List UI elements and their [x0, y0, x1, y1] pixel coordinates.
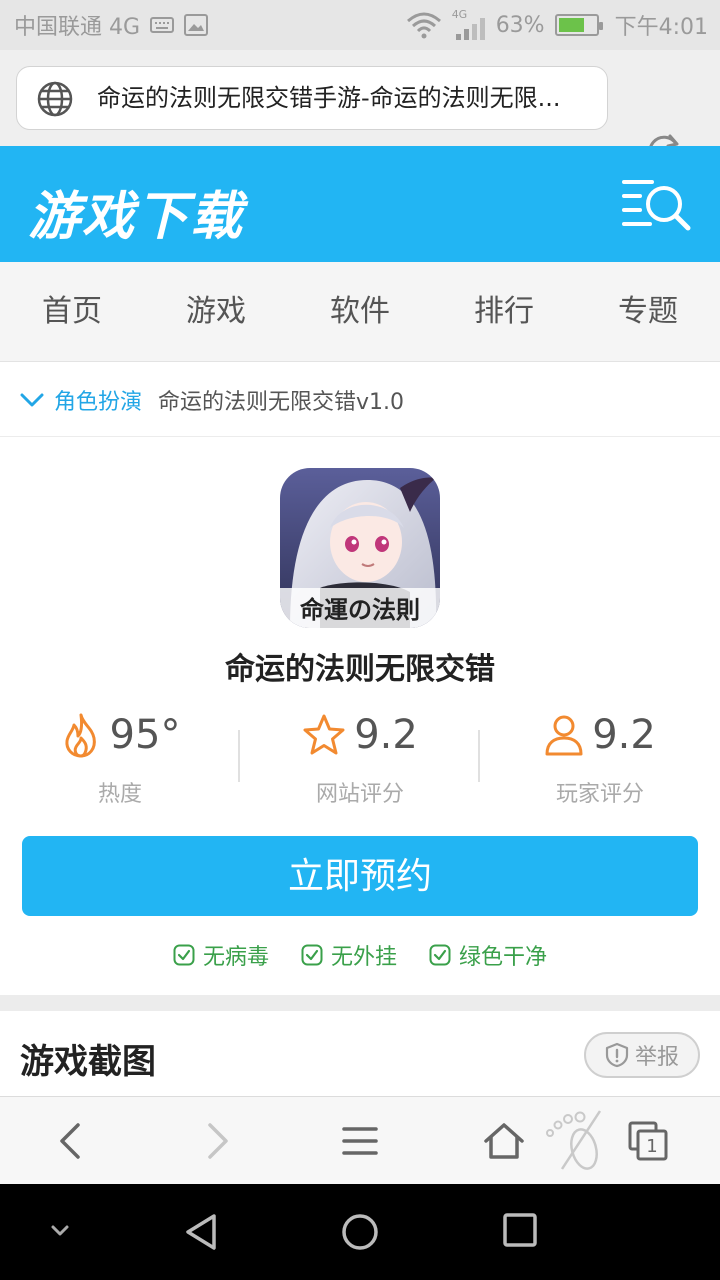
nav-home[interactable]: 首页 — [0, 262, 144, 361]
site-logo[interactable]: 游戏下载 — [28, 174, 244, 249]
forward-icon[interactable] — [192, 1117, 240, 1165]
stat-site-rating: 9.2 网站评分 — [240, 700, 480, 810]
app-title: 命运的法则无限交错 — [225, 652, 495, 687]
screenshots-title: 游戏截图 — [20, 1042, 156, 1082]
star-icon — [303, 714, 345, 755]
address-bar[interactable]: 命运的法则无限交错手游-命运的法则无限... — [16, 66, 608, 130]
image-icon — [184, 14, 209, 36]
site-header: 游戏下载 — [0, 146, 720, 262]
nav-recents-icon[interactable] — [500, 1210, 540, 1250]
user-icon — [545, 715, 583, 756]
wifi-icon — [406, 12, 441, 39]
report-button[interactable]: 举报 — [584, 1032, 700, 1078]
browser-toolbar: 1 — [0, 1096, 720, 1184]
battery-icon — [554, 14, 603, 36]
stat-player-rating: 9.2 玩家评分 — [480, 700, 720, 810]
breadcrumb: 角色扮演 命运的法则无限交错v1.0 — [0, 363, 720, 437]
badge-clean: 绿色干净 — [429, 939, 547, 971]
globe-icon — [37, 81, 73, 117]
breadcrumb-current: 命运的法则无限交错v1.0 — [158, 389, 405, 415]
nav-home-icon[interactable] — [338, 1210, 382, 1254]
main-nav: 首页 游戏 软件 排行 专题 — [0, 262, 720, 362]
badge-label: 无外挂 — [330, 945, 397, 970]
chevron-down-icon[interactable] — [20, 388, 44, 412]
check-icon — [173, 944, 195, 966]
menu-icon[interactable] — [336, 1117, 384, 1165]
carrier-label: 中国联通 4G — [14, 15, 141, 40]
tabs-icon[interactable]: 1 — [624, 1117, 672, 1165]
menu-search-icon[interactable] — [620, 174, 694, 234]
hide-keyboard-icon[interactable] — [48, 1218, 72, 1242]
flame-icon — [64, 713, 96, 758]
report-label: 举报 — [634, 1045, 679, 1070]
signal-icon: 4G — [452, 8, 486, 40]
badge-no-virus: 无病毒 — [173, 939, 269, 971]
battery-percent: 63% — [495, 12, 545, 38]
badge-no-plugin: 无外挂 — [301, 939, 397, 971]
url-text[interactable]: 命运的法则无限交错手游-命运的法则无限... — [97, 67, 589, 129]
safety-badges: 无病毒 无外挂 绿色干净 — [0, 938, 720, 972]
site-rating-value: 9.2 — [354, 712, 418, 758]
player-rating-value: 9.2 — [592, 712, 656, 758]
incognito-footprint-icon[interactable] — [540, 1105, 612, 1177]
badge-label: 绿色干净 — [459, 945, 548, 970]
address-bar-area: 命运的法则无限交错手游-命运的法则无限... — [0, 50, 720, 167]
clock: 下午4:01 — [614, 15, 708, 40]
nav-software[interactable]: 软件 — [288, 262, 432, 361]
check-icon — [429, 944, 451, 966]
nav-topics[interactable]: 专题 — [576, 262, 720, 361]
system-nav-bar — [0, 1184, 720, 1280]
svg-text:1: 1 — [646, 1136, 657, 1157]
section-divider — [0, 995, 720, 1011]
breadcrumb-category[interactable]: 角色扮演 — [54, 384, 142, 416]
keyboard-icon — [150, 17, 175, 33]
heat-label: 热度 — [97, 782, 142, 807]
book-button[interactable]: 立即预约 — [22, 836, 698, 916]
player-rating-label: 玩家评分 — [555, 782, 644, 807]
site-rating-label: 网站评分 — [315, 782, 404, 807]
back-icon[interactable] — [48, 1117, 96, 1165]
badge-label: 无病毒 — [202, 945, 269, 970]
shield-alert-icon — [605, 1042, 629, 1068]
check-icon — [301, 944, 323, 966]
home-icon[interactable] — [480, 1117, 528, 1165]
nav-back-icon[interactable] — [180, 1210, 224, 1254]
nav-games[interactable]: 游戏 — [144, 262, 288, 361]
stat-heat: 95° 热度 — [0, 700, 240, 810]
app-icon-caption: 命運の法則 — [300, 595, 420, 624]
status-bar: 中国联通 4G 4G 63% 下午4:01 — [0, 0, 720, 50]
nav-ranking[interactable]: 排行 — [432, 262, 576, 361]
heat-value: 95° — [109, 712, 181, 758]
app-stats: 95° 热度 9.2 网站评分 9.2 玩家评分 — [0, 700, 720, 810]
app-icon: 命運の法則 — [280, 468, 440, 628]
